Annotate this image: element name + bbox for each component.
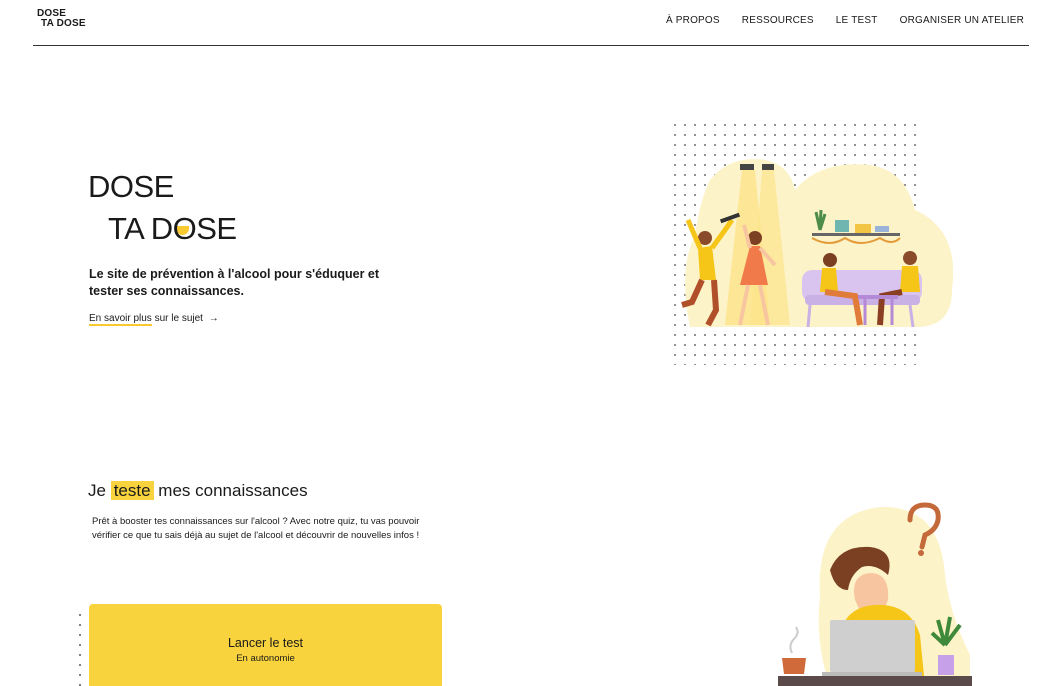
launch-test-label: Lancer le test xyxy=(227,636,304,650)
nav-item-a-propos[interactable]: À PROPOS xyxy=(666,15,720,26)
quiz-title-after: mes connaissances xyxy=(158,481,308,500)
quiz-section-title: Je teste mes connaissances xyxy=(88,481,308,501)
nav-item-organiser-atelier[interactable]: ORGANISER UN ATELIER xyxy=(900,15,1024,26)
dot-column-decoration xyxy=(78,610,82,686)
hero-title-o: O xyxy=(173,208,197,250)
coffee-cup-icon xyxy=(782,658,806,674)
launch-test-button[interactable]: Lancer le test En autonomie xyxy=(89,604,442,686)
quiz-title-highlight: teste xyxy=(110,481,154,500)
quiz-illustration xyxy=(778,502,972,686)
hero-title-line-1: DOSE xyxy=(88,169,174,204)
launch-test-sublabel: En autonomie xyxy=(236,653,295,664)
nav-item-ressources[interactable]: RESSOURCES xyxy=(742,15,814,26)
main-nav: À PROPOS RESSOURCES LE TEST ORGANISER UN… xyxy=(666,15,1024,26)
arrow-right-icon: → xyxy=(208,313,219,324)
quiz-title-before: Je xyxy=(88,481,106,500)
logo-line-2: TA DOSE xyxy=(41,18,86,29)
party-illustration xyxy=(670,120,954,365)
hero-title-part: TA D xyxy=(108,211,173,246)
site-logo[interactable]: DOSE TA DOSE xyxy=(37,9,86,29)
hero-title-o-letter: O xyxy=(172,211,197,246)
learn-more-underlined[interactable]: En savoir plus xyxy=(89,313,152,326)
hero-title-part-end: SE xyxy=(196,211,237,246)
header-divider xyxy=(33,45,1029,46)
hero-title-line-2: TA D OSE xyxy=(88,208,237,250)
learn-more-link[interactable]: En savoir plus sur le sujet → xyxy=(89,313,219,326)
hero-subtitle: Le site de prévention à l'alcool pour s'… xyxy=(89,267,380,298)
nav-item-le-test[interactable]: LE TEST xyxy=(836,15,878,26)
hero-title: DOSE TA D OSE xyxy=(88,166,237,250)
learn-more-rest: sur le sujet xyxy=(154,313,203,324)
laptop-icon xyxy=(830,620,915,672)
quiz-description: Prêt à booster tes connaissances sur l'a… xyxy=(92,516,420,541)
